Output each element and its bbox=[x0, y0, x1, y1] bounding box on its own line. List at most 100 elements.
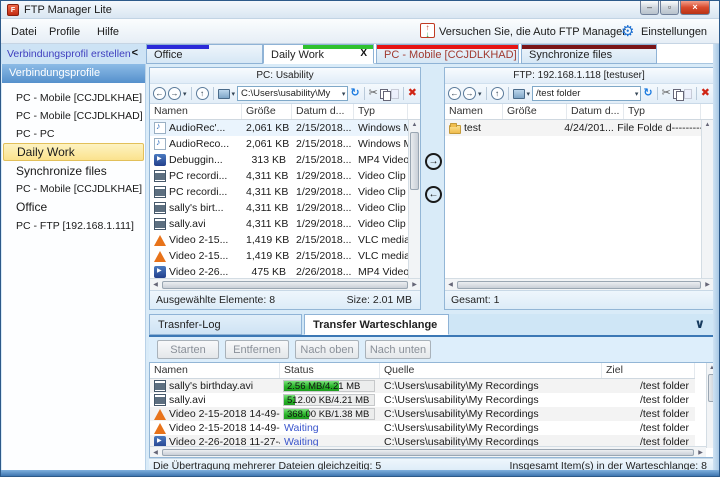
queue-row[interactable]: Video 2-15-2018 14-49-07 -... 368.00 KB/… bbox=[150, 407, 695, 421]
path-dropdown-icon[interactable]: ▾ bbox=[342, 90, 346, 98]
up-icon[interactable]: ↑ bbox=[196, 87, 209, 100]
sidebar-collapse-icon[interactable]: < bbox=[132, 47, 138, 59]
file-row[interactable]: Debuggin...313 KB2/15/2018...MP4 Video bbox=[150, 152, 408, 168]
drive-dropdown-icon[interactable]: ▾ bbox=[527, 90, 531, 98]
menu-datei[interactable]: Datei bbox=[5, 24, 43, 40]
close-button[interactable]: × bbox=[680, 1, 710, 15]
column-datum[interactable]: Datum d... bbox=[567, 104, 624, 119]
sidebar-item-pc-mobile-3[interactable]: PC - Mobile [CCJDLKHAE] (2) bbox=[3, 180, 144, 198]
file-icon bbox=[154, 122, 166, 134]
sidebar-item-daily-work[interactable]: Daily Work bbox=[3, 143, 144, 161]
file-row[interactable]: Video 2-15...1,419 KB2/15/2018...VLC med… bbox=[150, 232, 408, 248]
scroll-right-icon: ▶ bbox=[409, 281, 420, 288]
sidebar-item-office[interactable]: Office bbox=[3, 198, 144, 216]
delete-icon[interactable]: ✖ bbox=[701, 87, 710, 100]
file-row[interactable]: Video 2-26...475 KB2/26/2018...MP4 Video bbox=[150, 264, 408, 278]
file-row[interactable]: test 4/24/201... File Folder d--------- bbox=[445, 120, 701, 136]
computer-icon[interactable] bbox=[513, 89, 525, 99]
column-groesse[interactable]: Größe bbox=[242, 104, 292, 119]
maximize-button[interactable]: ▫ bbox=[660, 1, 679, 15]
path-dropdown-icon[interactable]: ▾ bbox=[635, 90, 639, 98]
forward-icon[interactable]: → bbox=[168, 87, 181, 100]
copy-icon[interactable] bbox=[380, 89, 389, 99]
column-typ[interactable]: Typ bbox=[624, 104, 701, 119]
chevron-down-icon[interactable]: ∨ bbox=[694, 316, 705, 332]
ftp-path-input[interactable]: /test folder▾ bbox=[532, 86, 641, 101]
file-row[interactable]: Video 2-15...1,419 KB2/15/2018...VLC med… bbox=[150, 248, 408, 264]
transfer-right-button[interactable]: → bbox=[425, 153, 442, 170]
window-frame-bottom bbox=[1, 470, 719, 476]
cut-icon[interactable]: ✂ bbox=[369, 87, 378, 100]
up-icon[interactable]: ↑ bbox=[491, 87, 504, 100]
sidebar-item-synchronize-files[interactable]: Synchronize files bbox=[3, 162, 144, 180]
column-status[interactable]: Status bbox=[280, 363, 380, 378]
transfer-left-button[interactable]: ← bbox=[425, 186, 442, 203]
remove-button[interactable]: Entfernen bbox=[225, 340, 289, 359]
file-row[interactable]: PC recordi...4,311 KB1/29/2018...Video C… bbox=[150, 168, 408, 184]
menu-profile[interactable]: Profile bbox=[43, 24, 86, 40]
delete-icon[interactable]: ✖ bbox=[408, 87, 417, 100]
sidebar-item-pc-pc[interactable]: PC - PC bbox=[3, 125, 144, 143]
menu-hilfe[interactable]: Hilfe bbox=[91, 24, 125, 40]
file-icon bbox=[154, 380, 166, 392]
column-typ[interactable]: Typ bbox=[354, 104, 408, 119]
refresh-icon[interactable]: ↻ bbox=[643, 87, 652, 100]
back-icon[interactable]: ← bbox=[448, 87, 461, 100]
paste-icon[interactable] bbox=[684, 89, 692, 99]
sidebar-item-pc-ftp[interactable]: PC - FTP [192.168.1.111] bbox=[3, 217, 144, 235]
local-vertical-scrollbar[interactable]: ▲ bbox=[408, 120, 420, 278]
tab-pc-mobile[interactable]: PC - Mobile [CCJDLKHAD] bbox=[376, 44, 519, 64]
file-row[interactable]: AudioRec'...2,061 KB2/15/2018...Windows … bbox=[150, 120, 408, 136]
ftp-horizontal-scrollbar[interactable]: ◀▶ bbox=[445, 278, 713, 290]
column-groesse[interactable]: Größe bbox=[503, 104, 567, 119]
start-button[interactable]: Starten bbox=[157, 340, 219, 359]
tab-daily-work[interactable]: Daily Work X bbox=[263, 44, 374, 64]
local-horizontal-scrollbar[interactable]: ◀▶ bbox=[150, 278, 420, 290]
menu-bar: Datei Profile Hilfe ↑↓ Versuchen Sie, di… bbox=[1, 19, 719, 44]
tab-office[interactable]: Office bbox=[146, 44, 263, 64]
file-row[interactable]: sally's birt...4,311 KB1/29/2018...Video… bbox=[150, 200, 408, 216]
column-namen[interactable]: Namen bbox=[150, 104, 242, 119]
auto-ftp-promo-icon[interactable]: ↑↓ bbox=[420, 23, 435, 38]
title-bar[interactable]: F FTP Manager Lite – ▫ × bbox=[1, 1, 719, 19]
column-quelle[interactable]: Quelle bbox=[380, 363, 602, 378]
column-namen[interactable]: Namen bbox=[445, 104, 503, 119]
sidebar-item-pc-mobile-1[interactable]: PC - Mobile [CCJDLKHAE] bbox=[3, 89, 144, 107]
settings-button[interactable]: Einstellungen bbox=[641, 26, 707, 38]
history-dropdown-icon[interactable]: ▾ bbox=[183, 90, 187, 98]
queue-row[interactable]: Video 2-15-2018 14-49-07.w... Waiting C:… bbox=[150, 421, 695, 435]
queue-row[interactable]: sally.avi 512.00 KB/4.21 MB C:\Users\usa… bbox=[150, 393, 695, 407]
column-namen[interactable]: Namen bbox=[150, 363, 280, 378]
sidebar-item-pc-mobile-2[interactable]: PC - Mobile [CCJDLKHAD] bbox=[3, 107, 144, 125]
file-row[interactable]: sally.avi4,311 KB1/29/2018...Video Clip bbox=[150, 216, 408, 232]
tab-synchronize-files[interactable]: Synchronize files bbox=[521, 44, 657, 64]
paste-icon[interactable] bbox=[391, 89, 399, 99]
column-ziel[interactable]: Ziel bbox=[602, 363, 695, 378]
forward-icon[interactable]: → bbox=[463, 87, 476, 100]
cut-icon[interactable]: ✂ bbox=[662, 87, 671, 100]
refresh-icon[interactable]: ↻ bbox=[350, 87, 359, 100]
computer-icon[interactable] bbox=[218, 89, 230, 99]
column-datum[interactable]: Datum d... bbox=[292, 104, 354, 119]
drive-dropdown-icon[interactable]: ▾ bbox=[232, 90, 236, 98]
local-path-input[interactable]: C:\Users\usability\My▾ bbox=[237, 86, 348, 101]
file-row[interactable]: PC recordi...4,311 KB1/29/2018...Video C… bbox=[150, 184, 408, 200]
move-down-button[interactable]: Nach unten bbox=[365, 340, 431, 359]
ftp-vertical-scrollbar[interactable]: ▲ bbox=[701, 120, 713, 278]
gear-icon[interactable]: ⚙ bbox=[621, 22, 634, 40]
sidebar-header: Verbindungsprofile bbox=[2, 64, 145, 83]
create-profile-link[interactable]: Verbindungsprofil erstellen bbox=[7, 48, 131, 60]
tab-close-icon[interactable]: X bbox=[360, 48, 367, 59]
back-icon[interactable]: ← bbox=[153, 87, 166, 100]
move-up-button[interactable]: Nach oben bbox=[295, 340, 359, 359]
queue-horizontal-scrollbar[interactable]: ◀▶ bbox=[150, 446, 706, 457]
file-icon bbox=[154, 138, 166, 150]
tab-transfer-log[interactable]: Trasnfer-Log bbox=[149, 314, 302, 335]
queue-row[interactable]: sally's birthday.avi 2.56 MB/4.21 MB C:\… bbox=[150, 379, 695, 393]
history-dropdown-icon[interactable]: ▾ bbox=[478, 90, 482, 98]
tab-transfer-queue[interactable]: Transfer Warteschlange bbox=[304, 314, 449, 335]
copy-icon[interactable] bbox=[673, 89, 682, 99]
minimize-button[interactable]: – bbox=[640, 1, 659, 15]
auto-ftp-promo-link[interactable]: Versuchen Sie, die Auto FTP Manager bbox=[439, 26, 626, 38]
file-row[interactable]: AudioReco...2,061 KB2/15/2018...Windows … bbox=[150, 136, 408, 152]
